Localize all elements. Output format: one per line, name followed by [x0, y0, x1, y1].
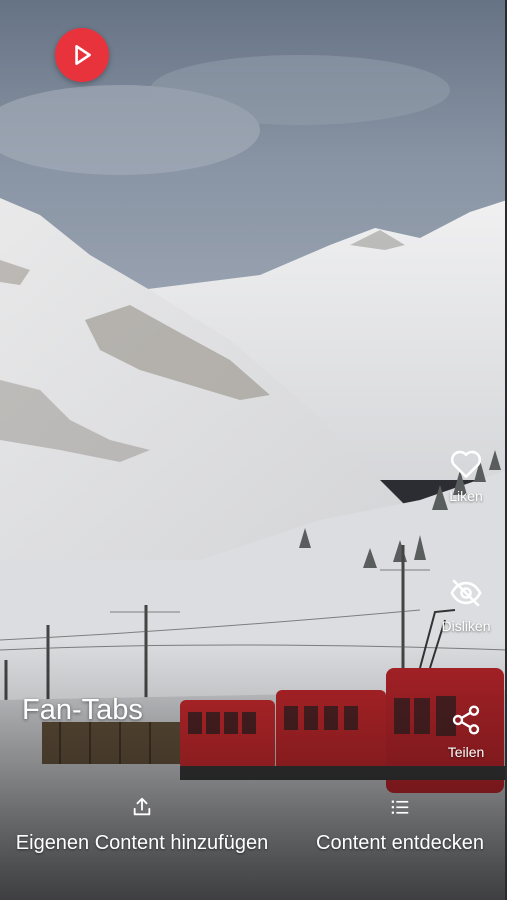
add-content-button[interactable]: Eigenen Content hinzufügen	[2, 796, 282, 855]
list-icon	[391, 800, 409, 814]
play-icon	[75, 45, 91, 65]
share-label: Teilen	[447, 744, 485, 760]
eye-off-icon	[450, 579, 482, 607]
add-content-label: Eigenen Content hinzufügen	[15, 832, 269, 854]
share-icon	[452, 705, 480, 735]
dislike-label: Disliken	[441, 618, 491, 634]
dislike-button[interactable]: Disliken	[426, 576, 506, 634]
share-button[interactable]: Teilen	[426, 704, 506, 760]
discover-content-label: Content entdecken	[316, 832, 484, 854]
page-title: Fan-Tabs	[22, 694, 143, 726]
discover-content-button[interactable]: Content entdecken	[300, 796, 500, 855]
like-label: Liken	[449, 488, 483, 504]
heart-icon	[450, 450, 482, 479]
like-button[interactable]: Liken	[426, 448, 506, 504]
upload-icon	[133, 797, 151, 816]
play-button[interactable]	[55, 28, 109, 82]
